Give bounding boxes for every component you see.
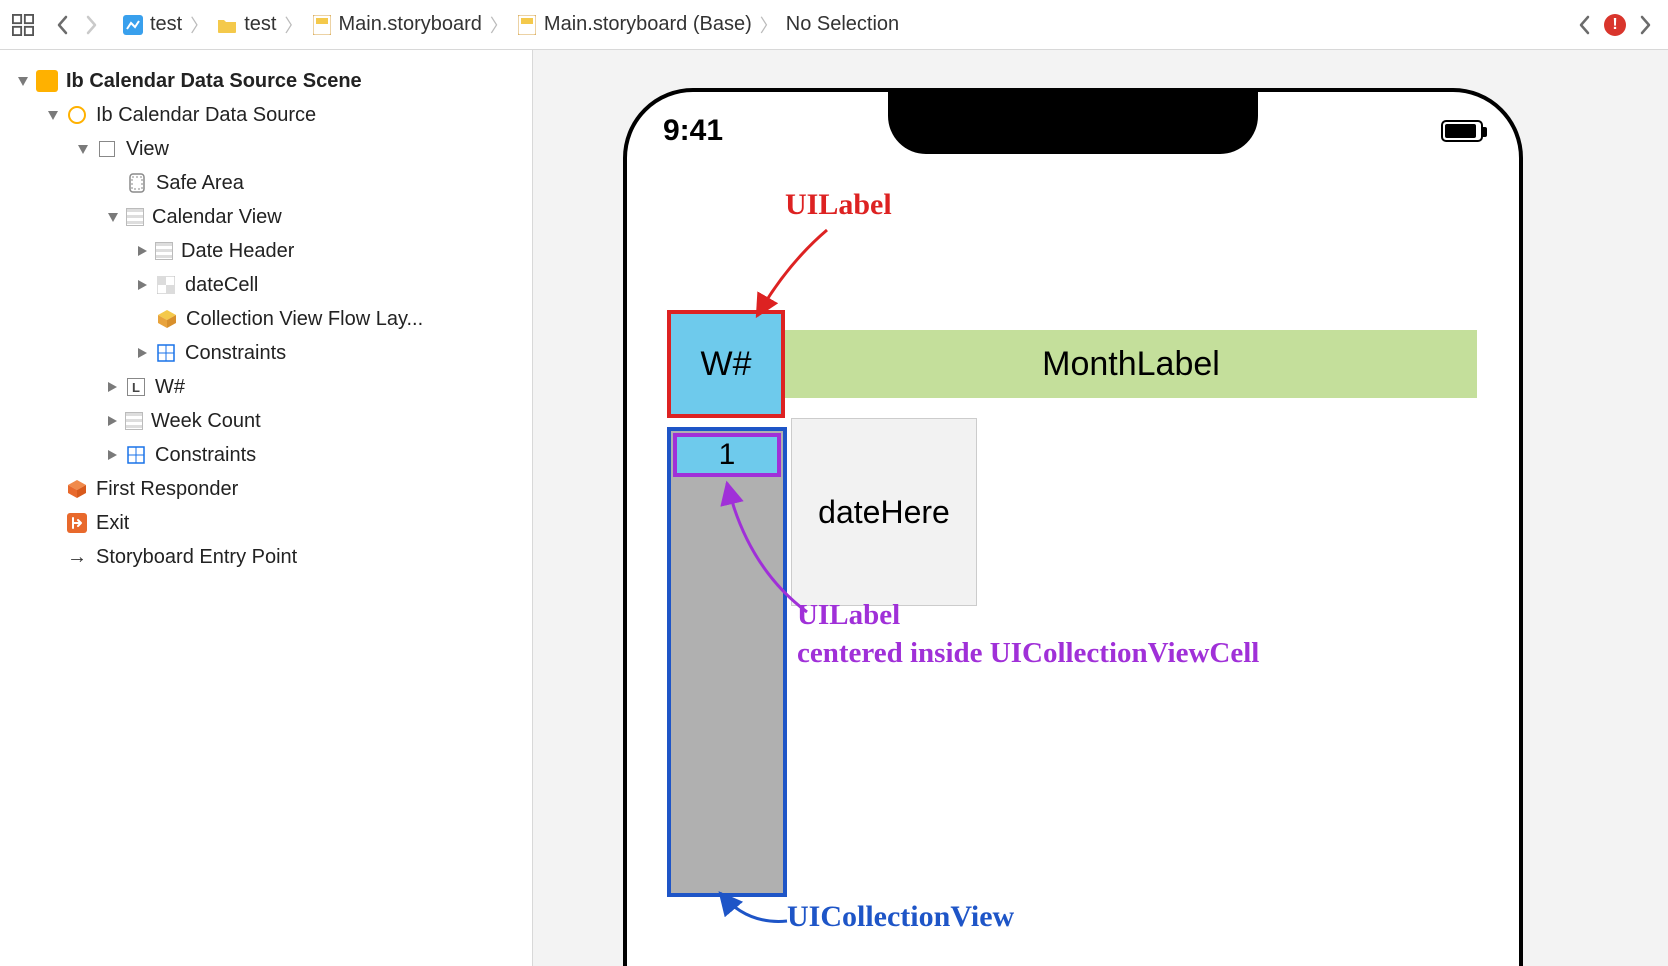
status-bar: 9:41 — [627, 114, 1519, 148]
outline-calendarview[interactable]: Calendar View — [18, 200, 522, 234]
outline-label: Calendar View — [152, 206, 282, 229]
outline-label: W# — [155, 376, 185, 399]
chevron-right-icon: 〉 — [758, 12, 780, 38]
breadcrumb-label: Main.storyboard — [339, 13, 482, 36]
outline-constraints2[interactable]: Constraints — [18, 438, 522, 472]
outline-label: dateCell — [185, 274, 258, 297]
breadcrumb-label: test — [244, 13, 276, 36]
aux-back-button[interactable] — [1572, 9, 1596, 41]
month-uilabel[interactable]: MonthLabel — [785, 330, 1477, 398]
cell-icon — [155, 274, 177, 296]
disclosure-triangle-icon[interactable] — [108, 416, 117, 426]
outline-label: Exit — [96, 512, 129, 535]
outline-label: Collection View Flow Lay... — [186, 308, 423, 331]
outline-label: Date Header — [181, 240, 294, 263]
outline-view[interactable]: View — [18, 132, 522, 166]
outline-label: Ib Calendar Data Source Scene — [66, 70, 362, 93]
document-outline[interactable]: Ib Calendar Data Source Scene Ib Calenda… — [0, 50, 533, 966]
annotation-uilabel: UILabel — [785, 188, 892, 222]
disclosure-triangle-icon[interactable] — [138, 246, 147, 256]
breadcrumb: test 〉 test 〉 Main.storyboard 〉 Main.sto… — [122, 12, 1566, 38]
breadcrumb-item[interactable]: Main.storyboard — [311, 13, 482, 36]
outline-constraints[interactable]: Constraints — [18, 336, 522, 370]
breadcrumb-label: test — [150, 13, 182, 36]
disclosure-triangle-icon[interactable] — [18, 77, 28, 86]
battery-icon — [1441, 120, 1483, 142]
outline-flowlayout[interactable]: Collection View Flow Lay... — [18, 302, 522, 336]
ib-canvas[interactable]: 9:41 W# MonthLabel 1 dateHere UILabel UI… — [533, 50, 1668, 966]
outline-label: First Responder — [96, 478, 238, 501]
app-icon — [122, 14, 144, 36]
folder-icon — [216, 14, 238, 36]
disclosure-triangle-icon[interactable] — [108, 450, 117, 460]
label-icon: L — [125, 376, 147, 398]
safearea-icon — [126, 172, 148, 194]
nav-forward-button[interactable] — [80, 9, 104, 41]
outline-weekcount[interactable]: Week Count — [18, 404, 522, 438]
storyboard-icon — [311, 14, 333, 36]
disclosure-triangle-icon[interactable] — [48, 111, 58, 120]
outline-datecell[interactable]: dateCell — [18, 268, 522, 302]
outline-firstresponder[interactable]: First Responder — [18, 472, 522, 506]
wnum-uilabel[interactable]: W# — [667, 310, 785, 418]
weekcount-cell-label[interactable]: 1 — [673, 433, 781, 477]
collectionview-icon — [126, 208, 144, 226]
disclosure-triangle-icon[interactable] — [108, 213, 118, 222]
breadcrumb-item[interactable]: No Selection — [786, 13, 899, 36]
outline-wnum[interactable]: L W# — [18, 370, 522, 404]
outline-label: Ib Calendar Data Source — [96, 104, 316, 127]
iphone-device-frame: 9:41 W# MonthLabel 1 dateHere UILabel UI… — [623, 88, 1523, 966]
aux-forward-button[interactable] — [1634, 9, 1658, 41]
scene-icon — [36, 70, 58, 92]
chevron-right-icon: 〉 — [188, 12, 210, 38]
annotation-cell-label: UILabel centered inside UICollectionView… — [797, 597, 1259, 672]
storyboard-icon — [516, 14, 538, 36]
entrypoint-icon: → — [66, 546, 88, 568]
chevron-right-icon: 〉 — [488, 12, 510, 38]
outline-scene[interactable]: Ib Calendar Data Source Scene — [18, 64, 522, 98]
arrow-icon — [747, 224, 857, 324]
related-items-icon[interactable] — [10, 12, 36, 38]
exit-icon — [66, 512, 88, 534]
view-icon — [96, 138, 118, 160]
annotation-collectionview: UICollectionView — [787, 900, 1014, 934]
viewcontroller-icon — [66, 104, 88, 126]
weekcount-collectionview[interactable]: 1 — [667, 427, 787, 897]
constraints-icon — [125, 444, 147, 466]
date-cell[interactable]: dateHere — [791, 418, 977, 606]
chevron-right-icon: 〉 — [283, 12, 305, 38]
flowlayout-icon — [156, 308, 178, 330]
breadcrumb-label: No Selection — [786, 13, 899, 36]
disclosure-triangle-icon[interactable] — [108, 382, 117, 392]
outline-label: Week Count — [151, 410, 261, 433]
disclosure-triangle-icon[interactable] — [138, 280, 147, 290]
outline-viewcontroller[interactable]: Ib Calendar Data Source — [18, 98, 522, 132]
breadcrumb-item[interactable]: test — [122, 13, 182, 36]
collectionview-icon — [155, 242, 173, 260]
outline-label: Safe Area — [156, 172, 244, 195]
outline-exit[interactable]: Exit — [18, 506, 522, 540]
disclosure-triangle-icon[interactable] — [78, 145, 88, 154]
breadcrumb-item[interactable]: test — [216, 13, 276, 36]
outline-dateheader[interactable]: Date Header — [18, 234, 522, 268]
breadcrumb-label: Main.storyboard (Base) — [544, 13, 752, 36]
breadcrumb-item[interactable]: Main.storyboard (Base) — [516, 13, 752, 36]
path-bar: test 〉 test 〉 Main.storyboard 〉 Main.sto… — [0, 0, 1668, 50]
outline-label: View — [126, 138, 169, 161]
collectionview-icon — [125, 412, 143, 430]
topbar-right: ! — [1572, 9, 1658, 41]
first-responder-icon — [66, 478, 88, 500]
outline-safearea[interactable]: Safe Area — [18, 166, 522, 200]
outline-label: Constraints — [185, 342, 286, 365]
error-badge-icon[interactable]: ! — [1604, 14, 1626, 36]
outline-label: Constraints — [155, 444, 256, 467]
status-time: 9:41 — [663, 114, 723, 148]
outline-entrypoint[interactable]: → Storyboard Entry Point — [18, 540, 522, 574]
constraints-icon — [155, 342, 177, 364]
disclosure-triangle-icon[interactable] — [138, 348, 147, 358]
outline-label: Storyboard Entry Point — [96, 546, 297, 569]
nav-back-button[interactable] — [50, 9, 74, 41]
